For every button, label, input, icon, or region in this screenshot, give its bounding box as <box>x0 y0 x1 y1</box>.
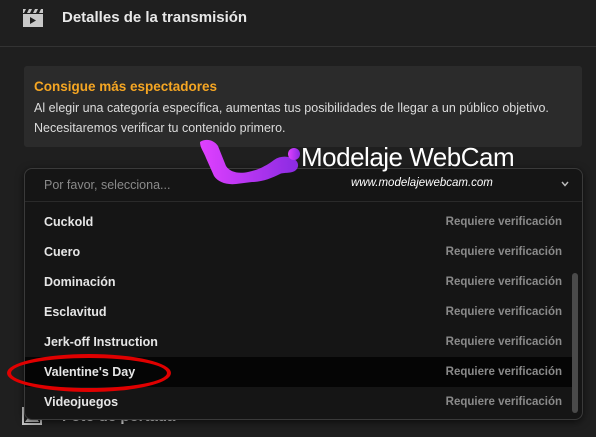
option-label: Cuero <box>44 245 81 259</box>
option-label: Esclavitud <box>44 305 107 319</box>
option-esclavitud[interactable]: Esclavitud Requiere verificación <box>25 297 575 327</box>
option-cuero[interactable]: Cuero Requiere verificación <box>25 237 575 267</box>
stream-details-header: Detalles de la transmisión <box>0 0 596 47</box>
section-title: Detalles de la transmisión <box>62 9 248 26</box>
watermark-url: www.modelajewebcam.com <box>351 177 493 189</box>
clapperboard-icon <box>23 9 43 27</box>
verification-note: Requiere verificación <box>445 276 562 288</box>
option-cuckold[interactable]: Cuckold Requiere verificación <box>25 207 575 237</box>
verification-note: Requiere verificación <box>445 216 562 228</box>
watermark: Modelaje WebCam www.modelajewebcam.com <box>196 136 576 196</box>
category-info-box: Consigue más espectadores Al elegir una … <box>24 66 582 147</box>
verification-note: Requiere verificación <box>445 246 562 258</box>
verification-note: Requiere verificación <box>445 366 562 378</box>
watermark-title: Modelaje WebCam <box>301 142 515 172</box>
info-text: Al elegir una categoría específica, aume… <box>34 101 549 135</box>
option-dominacion[interactable]: Dominación Requiere verificación <box>25 267 575 297</box>
verification-note: Requiere verificación <box>445 396 562 408</box>
verification-note: Requiere verificación <box>445 336 562 348</box>
option-label: Videojuegos <box>44 395 119 409</box>
verification-note: Requiere verificación <box>445 306 562 318</box>
option-label: Cuckold <box>44 215 94 229</box>
option-label: Jerk-off Instruction <box>44 335 158 349</box>
info-title: Consigue más espectadores <box>34 79 218 94</box>
select-placeholder: Por favor, selecciona... <box>44 178 171 192</box>
model-silhouette-logo <box>200 139 300 185</box>
option-label: Dominación <box>44 275 116 289</box>
highlight-circle-annotation <box>7 354 171 392</box>
dropdown-scrollbar[interactable] <box>572 273 578 413</box>
option-jerk-off-instruction[interactable]: Jerk-off Instruction Requiere verificaci… <box>25 327 575 357</box>
